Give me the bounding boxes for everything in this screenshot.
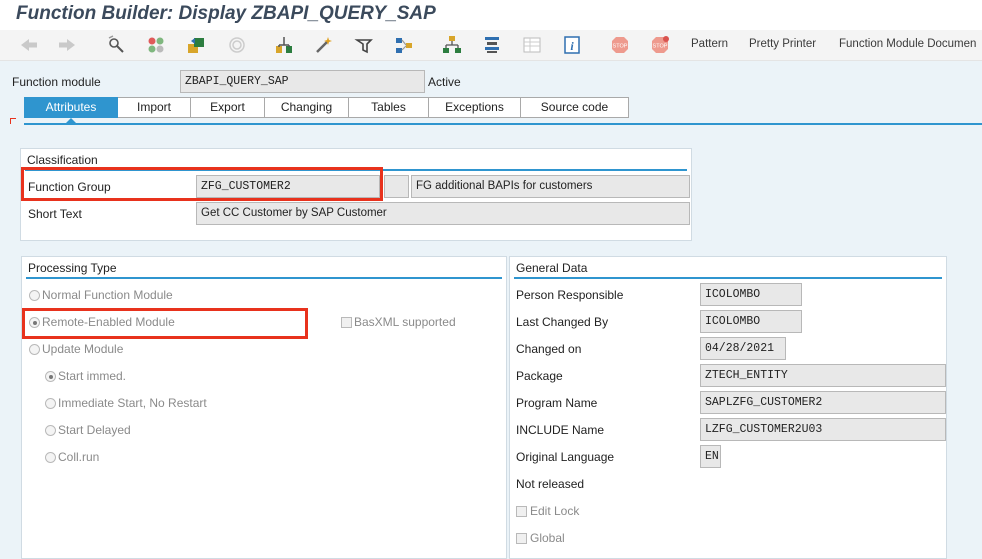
tab-tables[interactable]: Tables [349, 97, 429, 118]
short-text-field[interactable]: Get CC Customer by SAP Customer [196, 202, 690, 225]
include-name-label: INCLUDE Name [516, 423, 605, 437]
active-inactive-icon[interactable] [145, 34, 167, 56]
function-module-field[interactable]: ZBAPI_QUERY_SAP [180, 70, 425, 93]
coll-run-label: Coll.run [58, 450, 100, 464]
coll-run-radio[interactable] [45, 452, 56, 463]
activate-icon[interactable] [273, 34, 295, 56]
pattern-button[interactable]: Pattern [691, 38, 728, 50]
tab-exceptions[interactable]: Exceptions [429, 97, 521, 118]
general-data-rule [514, 277, 942, 279]
tab-underline [24, 123, 982, 125]
person-responsible-label: Person Responsible [516, 288, 624, 302]
original-language-field: EN [700, 445, 721, 468]
function-module-documentation-button[interactable]: Function Module Documen [839, 38, 982, 50]
update-module-label: Update Module [42, 342, 124, 356]
function-module-label: Function module [12, 75, 101, 89]
status-text: Active [428, 75, 461, 89]
start-immed-label: Start immed. [58, 369, 127, 383]
include-name-field: LZFG_CUSTOMER2U03 [700, 418, 946, 441]
tab-export[interactable]: Export [191, 97, 265, 118]
immediate-start-no-restart-label: Immediate Start, No Restart [58, 396, 207, 410]
highlight-function-group [21, 167, 383, 201]
svg-text:STOP: STOP [613, 44, 628, 50]
application-toolbar: i STOP STOP Pattern Pretty Printer Funct… [0, 30, 982, 61]
back-arrow-icon[interactable] [18, 34, 40, 56]
changed-on-field: 04/28/2021 [700, 337, 786, 360]
edit-lock-checkbox[interactable] [516, 506, 527, 517]
classification-title: Classification [27, 153, 98, 167]
program-name-field: SAPLZFG_CUSTOMER2 [700, 391, 946, 414]
basxml-supported-label: BasXML supported [354, 315, 456, 329]
short-text-label: Short Text [28, 207, 82, 221]
display-change-icon[interactable] [105, 34, 127, 56]
hierarchy-icon[interactable] [393, 34, 415, 56]
last-changed-by-label: Last Changed By [516, 315, 609, 329]
breakpoint-icon[interactable]: STOP [609, 34, 631, 56]
where-used-icon[interactable] [313, 34, 335, 56]
not-released-text: Not released [516, 477, 585, 491]
immediate-start-no-restart-radio[interactable] [45, 398, 56, 409]
edit-lock-label: Edit Lock [530, 504, 580, 518]
table-icon[interactable] [521, 34, 543, 56]
package-field: ZTECH_ENTITY [700, 364, 946, 387]
test-icon[interactable] [353, 34, 375, 56]
tab-changing[interactable]: Changing [265, 97, 349, 118]
title-bar: Function Builder: Display ZBAPI_QUERY_SA… [0, 0, 982, 30]
start-delayed-label: Start Delayed [58, 423, 131, 437]
global-label: Global [530, 531, 565, 545]
last-changed-by-field: ICOLOMBO [700, 310, 802, 333]
general-data-title: General Data [516, 261, 588, 275]
check-icon[interactable] [226, 34, 248, 56]
tab-import[interactable]: Import [118, 97, 191, 118]
person-responsible-field: ICOLOMBO [700, 283, 802, 306]
external-breakpoint-icon[interactable]: STOP [649, 34, 671, 56]
tab-attributes[interactable]: Attributes [24, 97, 118, 118]
other-object-icon[interactable] [185, 34, 207, 56]
normal-function-module-radio[interactable] [29, 290, 40, 301]
highlight-remote-enabled [22, 308, 308, 339]
function-group-spacer-field [384, 175, 409, 198]
update-module-radio[interactable] [29, 344, 40, 355]
start-delayed-radio[interactable] [45, 425, 56, 436]
function-group-description: FG additional BAPIs for customers [411, 175, 690, 198]
pretty-printer-button[interactable]: Pretty Printer [749, 38, 816, 50]
package-label: Package [516, 369, 563, 383]
start-immed-radio[interactable] [45, 371, 56, 382]
processing-type-title: Processing Type [28, 261, 117, 275]
info-icon[interactable]: i [561, 34, 583, 56]
processing-type-rule [26, 277, 502, 279]
basxml-supported-checkbox[interactable] [341, 317, 352, 328]
program-name-label: Program Name [516, 396, 598, 410]
corner-marker [10, 118, 16, 124]
tab-source-code[interactable]: Source code [521, 97, 629, 118]
normal-function-module-label: Normal Function Module [42, 288, 173, 302]
svg-text:STOP: STOP [653, 44, 668, 50]
window-title: Function Builder: Display ZBAPI_QUERY_SA… [16, 3, 436, 24]
changed-on-label: Changed on [516, 342, 582, 356]
tab-strip: Attributes Import Export Changing Tables… [24, 97, 629, 118]
stack-icon[interactable] [441, 34, 463, 56]
global-checkbox[interactable] [516, 533, 527, 544]
original-language-label: Original Language [516, 450, 615, 464]
layout-icon[interactable] [481, 34, 503, 56]
forward-arrow-icon[interactable] [56, 34, 78, 56]
